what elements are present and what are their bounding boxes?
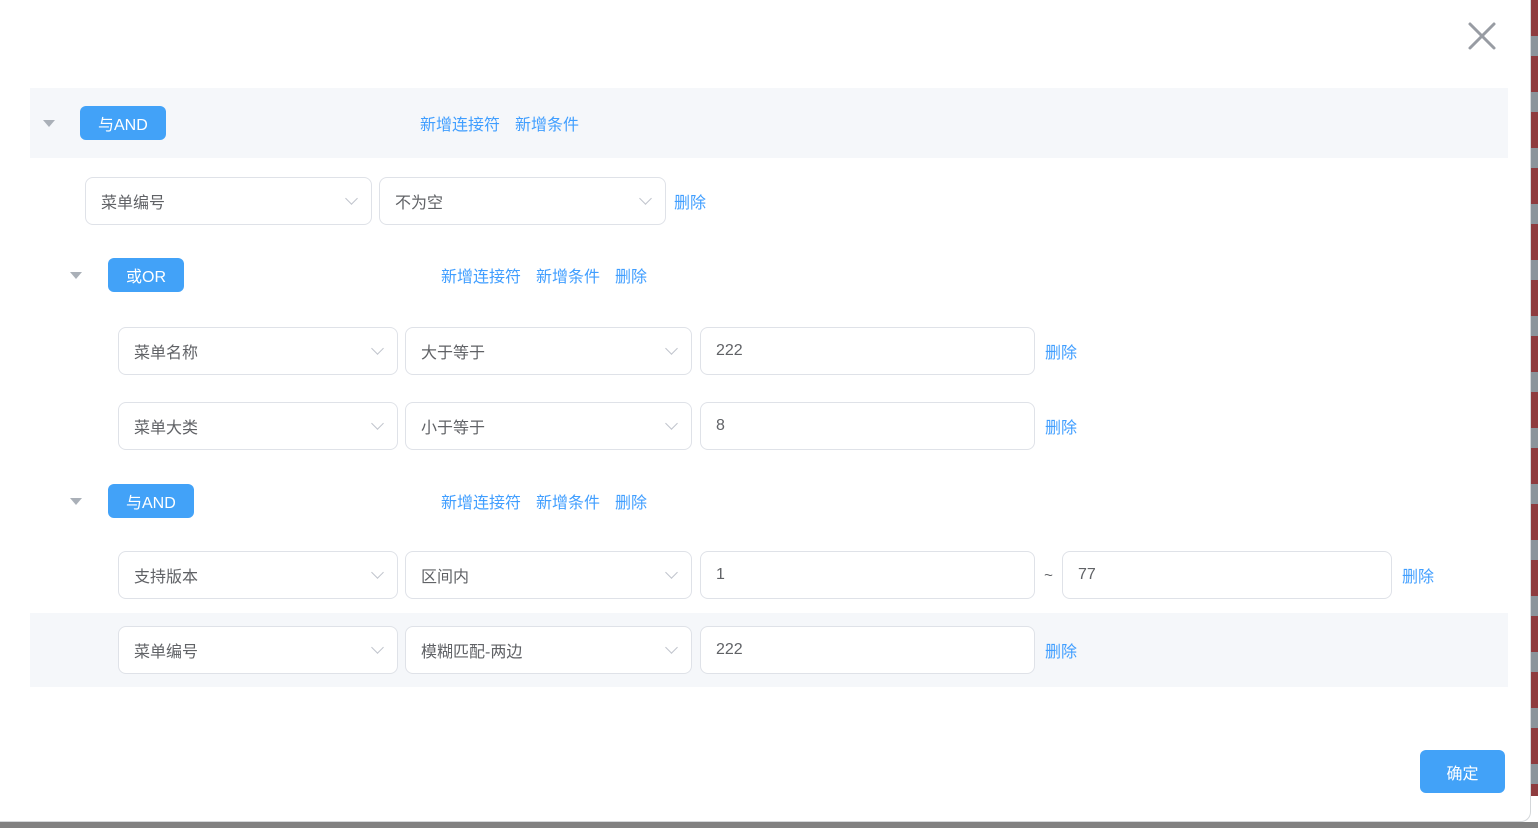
add-connector-link[interactable]: 新增连接符: [441, 489, 521, 513]
chevron-down-icon: [371, 641, 384, 654]
delete-link[interactable]: 删除: [615, 489, 647, 513]
chevron-down-icon: [371, 566, 384, 579]
chevron-down-icon: [371, 417, 384, 430]
operator-select-value: 小于等于: [421, 414, 485, 438]
delete-link[interactable]: 删除: [1045, 339, 1077, 363]
delete-link[interactable]: 删除: [1402, 563, 1434, 587]
operator-select-value: 大于等于: [421, 339, 485, 363]
field-select-value: 菜单名称: [134, 339, 198, 363]
condition-row: 菜单名称 大于等于 删除: [30, 327, 1508, 375]
connector-row-root: 与AND 新增连接符 新增条件: [30, 88, 1508, 158]
chevron-down-icon: [665, 566, 678, 579]
field-select[interactable]: 支持版本: [118, 551, 398, 599]
field-select-value: 菜单编号: [101, 189, 165, 213]
operator-select-value: 不为空: [395, 189, 443, 213]
connector-tag-and[interactable]: 与AND: [80, 106, 166, 140]
operator-select[interactable]: 模糊匹配-两边: [405, 626, 692, 674]
chevron-down-icon: [665, 641, 678, 654]
operator-select[interactable]: 小于等于: [405, 402, 692, 450]
connector-row-and: 与AND 新增连接符 新增条件 删除: [30, 466, 1508, 536]
add-condition-link[interactable]: 新增条件: [536, 489, 600, 513]
field-select-value: 菜单编号: [134, 638, 198, 662]
condition-row: 菜单编号 不为空 删除: [30, 177, 1508, 225]
field-select[interactable]: 菜单编号: [85, 177, 372, 225]
operator-select[interactable]: 区间内: [405, 551, 692, 599]
delete-link[interactable]: 删除: [674, 189, 706, 213]
condition-row: 菜单大类 小于等于 删除: [30, 402, 1508, 450]
condition-row: 菜单编号 模糊匹配-两边 删除: [30, 613, 1508, 687]
connector-tag-or[interactable]: 或OR: [108, 258, 184, 292]
operator-select[interactable]: 不为空: [379, 177, 666, 225]
field-select-value: 支持版本: [134, 563, 198, 587]
value-input[interactable]: [700, 327, 1035, 375]
add-condition-link[interactable]: 新增条件: [515, 111, 579, 135]
value-input[interactable]: [700, 402, 1035, 450]
operator-select[interactable]: 大于等于: [405, 327, 692, 375]
caret-down-icon[interactable]: [70, 272, 82, 279]
operator-select-value: 区间内: [421, 563, 469, 587]
field-select-value: 菜单大类: [134, 414, 198, 438]
window-background-right-edge: [1531, 0, 1538, 796]
range-separator: ~: [1035, 567, 1062, 584]
connector-actions: 新增连接符 新增条件: [420, 111, 579, 135]
field-select[interactable]: 菜单大类: [118, 402, 398, 450]
chevron-down-icon: [345, 192, 358, 205]
delete-link[interactable]: 删除: [1045, 638, 1077, 662]
close-button[interactable]: [1462, 16, 1502, 56]
connector-actions: 新增连接符 新增条件 删除: [441, 489, 647, 513]
field-select[interactable]: 菜单编号: [118, 626, 398, 674]
connector-actions: 新增连接符 新增条件 删除: [441, 263, 647, 287]
filter-builder-dialog: 与AND 新增连接符 新增条件 菜单编号 不为空 删除 或OR 新增连接符 新增…: [0, 0, 1531, 822]
value-input[interactable]: [700, 626, 1035, 674]
add-condition-link[interactable]: 新增条件: [536, 263, 600, 287]
confirm-button[interactable]: 确定: [1420, 750, 1505, 793]
window-background-bottom-edge: [0, 822, 1538, 828]
range-min-input[interactable]: [700, 551, 1035, 599]
connector-row-or: 或OR 新增连接符 新增条件 删除: [30, 240, 1508, 310]
chevron-down-icon: [639, 192, 652, 205]
delete-link[interactable]: 删除: [615, 263, 647, 287]
chevron-down-icon: [665, 417, 678, 430]
delete-link[interactable]: 删除: [1045, 414, 1077, 438]
caret-down-icon[interactable]: [70, 498, 82, 505]
close-icon: [1462, 16, 1502, 56]
add-connector-link[interactable]: 新增连接符: [441, 263, 521, 287]
caret-down-icon[interactable]: [43, 120, 55, 127]
chevron-down-icon: [371, 342, 384, 355]
connector-tag-and[interactable]: 与AND: [108, 484, 194, 518]
field-select[interactable]: 菜单名称: [118, 327, 398, 375]
range-max-input[interactable]: [1062, 551, 1392, 599]
chevron-down-icon: [665, 342, 678, 355]
add-connector-link[interactable]: 新增连接符: [420, 111, 500, 135]
condition-row-range: 支持版本 区间内 ~ 删除: [30, 551, 1508, 599]
operator-select-value: 模糊匹配-两边: [421, 638, 522, 662]
